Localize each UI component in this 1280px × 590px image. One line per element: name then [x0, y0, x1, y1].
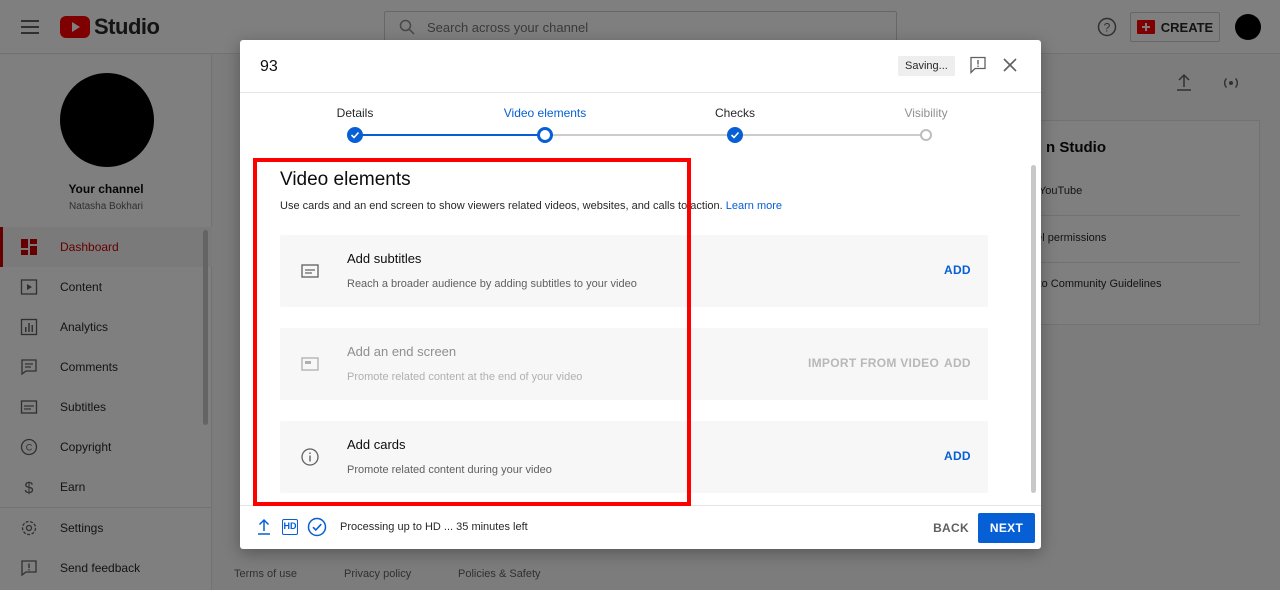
section-description: Use cards and an end screen to show view… — [280, 200, 782, 212]
add-end-screen-card: Add an end screen Promote related conten… — [280, 328, 988, 400]
report-issue-icon[interactable] — [969, 56, 987, 74]
checkmark-icon — [350, 131, 360, 139]
step-checks-dot[interactable] — [727, 127, 743, 143]
add-subtitles-card: Add subtitles Reach a broader audience b… — [280, 235, 988, 307]
dialog-footer-divider — [240, 505, 1041, 506]
next-button[interactable]: NEXT — [978, 513, 1035, 543]
add-subtitles-description: Reach a broader audience by adding subti… — [347, 278, 637, 290]
dialog-title: 93 — [260, 58, 278, 75]
import-from-video-button[interactable]: IMPORT FROM VIDEO — [808, 356, 939, 370]
step-details-label[interactable]: Details — [337, 106, 374, 120]
step-video-elements-dot[interactable] — [537, 127, 553, 143]
add-cards-card: Add cards Promote related content during… — [280, 421, 988, 493]
back-button[interactable]: BACK — [928, 513, 974, 543]
add-end-screen-title: Add an end screen — [347, 344, 457, 359]
step-visibility-dot[interactable] — [920, 129, 932, 141]
learn-more-link[interactable]: Learn more — [726, 200, 782, 212]
stepper-track-done — [355, 134, 545, 136]
dialog-header-divider — [240, 92, 1041, 93]
add-cards-description: Promote related content during your vide… — [347, 464, 552, 476]
step-details-dot[interactable] — [347, 127, 363, 143]
section-description-text: Use cards and an end screen to show view… — [280, 200, 723, 212]
dialog-body: Video elements Use cards and an end scre… — [240, 155, 1041, 505]
saving-status-badge: Saving... — [898, 56, 955, 76]
info-icon — [301, 448, 319, 466]
upload-stepper: Details Video elements Checks Visibility — [240, 100, 1041, 145]
upload-progress-icon[interactable] — [255, 518, 273, 536]
end-screen-icon — [301, 357, 319, 371]
step-visibility-label[interactable]: Visibility — [904, 106, 947, 120]
add-cards-title: Add cards — [347, 437, 406, 452]
section-title: Video elements — [280, 169, 411, 190]
add-subtitles-title: Add subtitles — [347, 251, 422, 266]
hd-processing-icon[interactable]: HD — [282, 519, 298, 535]
step-checks-label[interactable]: Checks — [715, 106, 755, 120]
checks-complete-icon[interactable] — [307, 517, 327, 537]
checkmark-icon — [730, 131, 740, 139]
add-subtitles-button[interactable]: ADD — [944, 263, 971, 277]
add-cards-button[interactable]: ADD — [944, 449, 971, 463]
processing-status: Processing up to HD ... 35 minutes left — [340, 521, 528, 533]
add-end-screen-button[interactable]: ADD — [944, 356, 971, 370]
close-icon[interactable] — [1002, 57, 1018, 73]
add-end-screen-description: Promote related content at the end of yo… — [347, 371, 583, 383]
upload-dialog: 93 Saving... Details Video elements Chec… — [240, 40, 1041, 549]
dialog-scrollbar[interactable] — [1031, 165, 1036, 493]
subtitles-icon — [301, 264, 319, 278]
step-video-elements-label[interactable]: Video elements — [504, 106, 587, 120]
